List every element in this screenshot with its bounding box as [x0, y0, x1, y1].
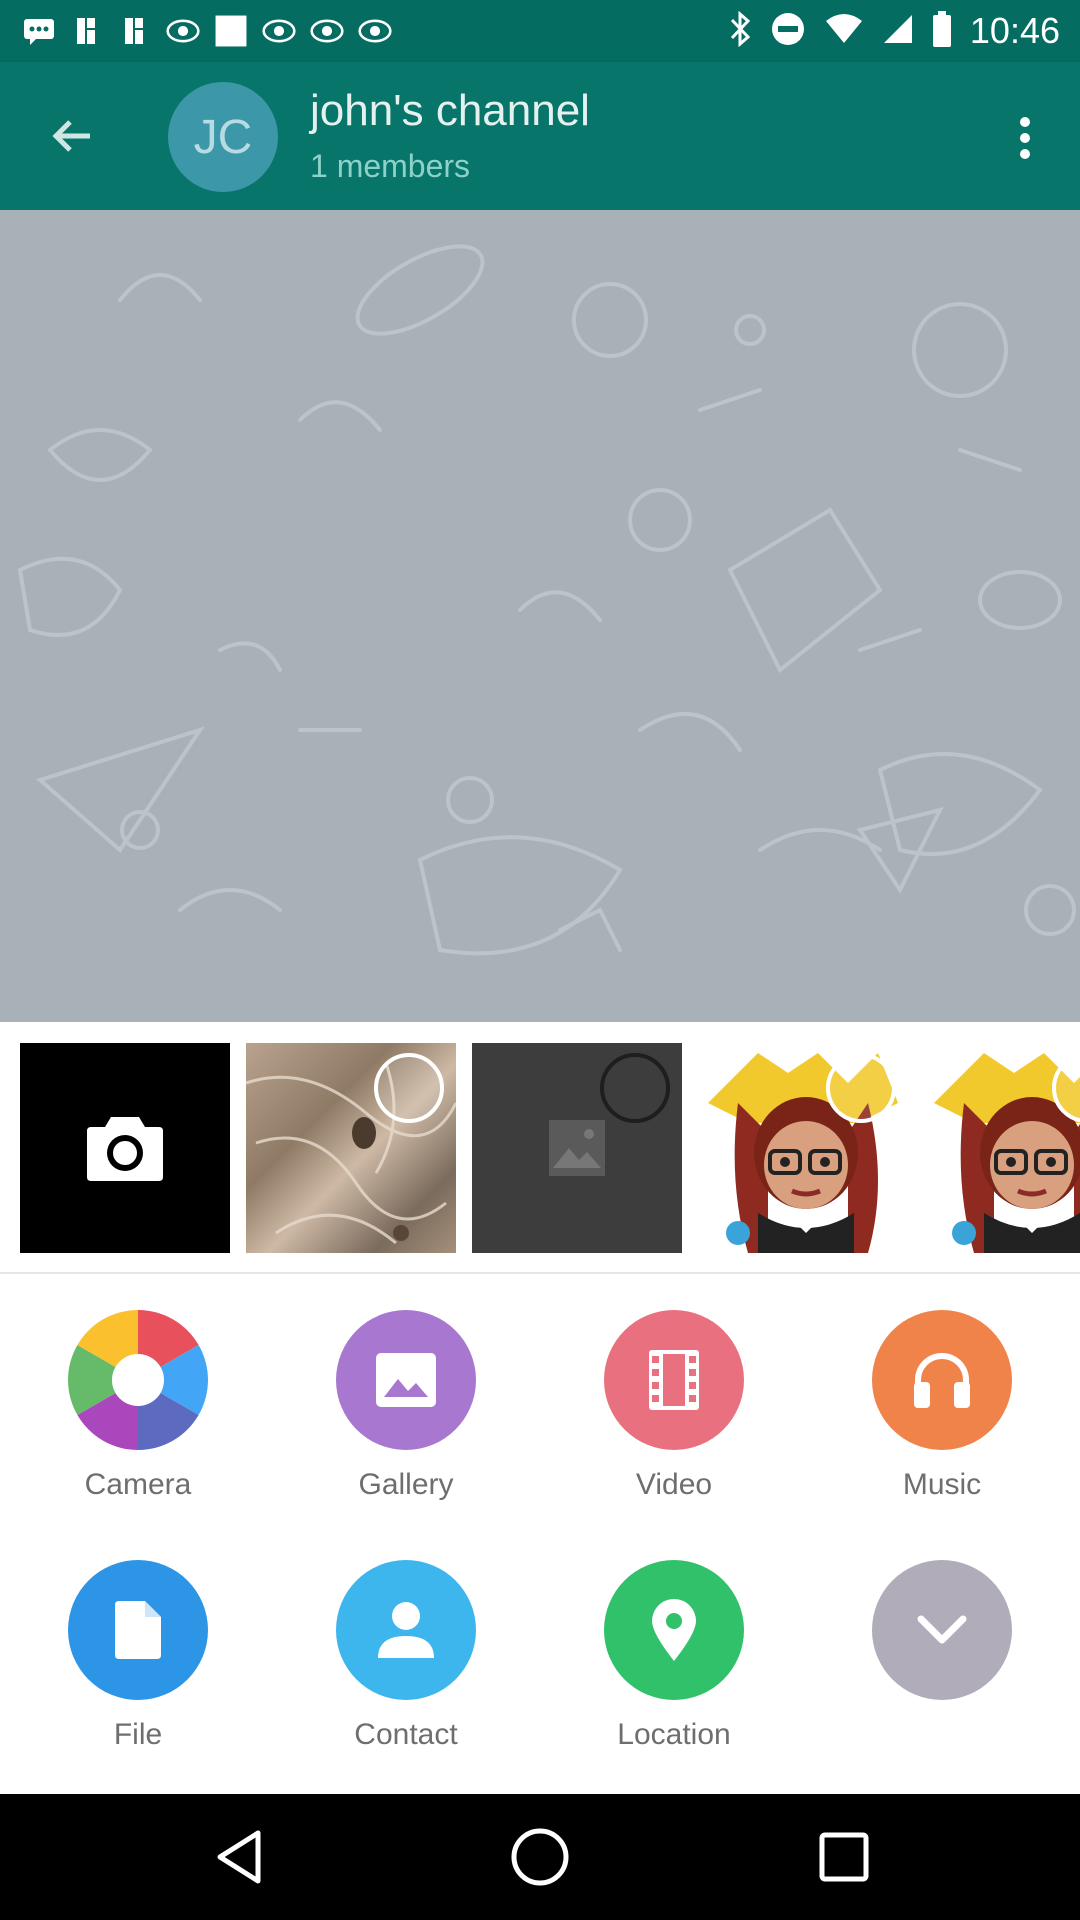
cell-signal-icon: [882, 13, 914, 50]
attach-video-label: Video: [635, 1468, 713, 1501]
attach-file-button[interactable]: File: [38, 1560, 238, 1752]
chat-area[interactable]: [0, 210, 1080, 1022]
member-count: 1 members: [310, 148, 471, 184]
slack-icon: [70, 16, 104, 46]
collapse-sheet-button[interactable]: [842, 1560, 1042, 1718]
attach-location-label: Location: [617, 1718, 731, 1751]
do-not-disturb-icon: [770, 11, 806, 52]
system-icons: 10:46: [728, 8, 1060, 54]
attach-contact-button[interactable]: Contact: [306, 1560, 506, 1752]
select-circle[interactable]: [374, 1053, 444, 1123]
news-icon: [166, 16, 200, 46]
sticker-thumb[interactable]: [698, 1043, 908, 1253]
blank-card-icon: [214, 15, 248, 47]
image-icon: [336, 1310, 476, 1450]
wallpaper-pattern: [17, 244, 1076, 956]
bluetooth-icon: [728, 10, 752, 52]
chat-header: JC john's channel 1 members: [0, 62, 1080, 210]
messages-icon: [22, 16, 56, 46]
recent-media-strip[interactable]: [0, 1022, 1080, 1274]
select-circle[interactable]: [826, 1053, 896, 1123]
battery-icon: [932, 10, 952, 52]
overflow-menu-button[interactable]: [998, 106, 1052, 170]
clock-time: 10:46: [969, 10, 1060, 51]
more-vert-icon: [1020, 117, 1030, 159]
attach-camera-label: Camera: [84, 1468, 192, 1501]
attach-actions-grid: Camera Gallery Video Music File Contact …: [0, 1272, 1080, 1794]
attach-location-button[interactable]: Location: [574, 1560, 774, 1752]
location-pin-icon: [604, 1560, 744, 1700]
square-recents-icon: [819, 1832, 869, 1882]
nav-back-button[interactable]: [206, 1824, 272, 1890]
attach-camera-button[interactable]: Camera: [38, 1310, 238, 1502]
attach-music-label: Music: [902, 1468, 982, 1501]
image-placeholder-icon: [549, 1120, 605, 1176]
attachment-sheet: Camera Gallery Video Music File Contact …: [0, 1022, 1080, 1794]
file-icon: [68, 1560, 208, 1700]
avatar-initials: JC: [193, 110, 253, 164]
attach-gallery-button[interactable]: Gallery: [306, 1310, 506, 1502]
arrow-back-icon: [52, 120, 90, 152]
photo-rock-thumb[interactable]: [246, 1043, 456, 1253]
chevron-down-icon: [872, 1560, 1012, 1700]
notification-icons: [22, 14, 392, 48]
triangle-back-icon: [217, 1830, 261, 1884]
sticker-thumb[interactable]: [924, 1043, 1080, 1253]
nav-home-button[interactable]: [507, 1824, 573, 1890]
camera-aperture-icon: [68, 1310, 208, 1450]
back-button[interactable]: [40, 104, 104, 168]
attach-file-label: File: [113, 1718, 163, 1751]
photo-placeholder-thumb[interactable]: [472, 1043, 682, 1253]
wifi-icon: [824, 13, 864, 50]
attach-music-button[interactable]: Music: [842, 1310, 1042, 1502]
news-icon: [310, 16, 344, 46]
headphones-icon: [872, 1310, 1012, 1450]
circle-home-icon: [511, 1828, 569, 1886]
attach-video-button[interactable]: Video: [574, 1310, 774, 1502]
channel-title[interactable]: john's channel: [310, 86, 590, 136]
system-nav-bar: [0, 1794, 1080, 1920]
camera-icon: [87, 1117, 163, 1181]
news-icon: [358, 16, 392, 46]
attach-gallery-label: Gallery: [358, 1468, 454, 1501]
camera-thumb[interactable]: [20, 1043, 230, 1253]
status-bar: 10:46: [0, 0, 1080, 62]
person-icon: [336, 1560, 476, 1700]
news-icon: [262, 16, 296, 46]
slack-icon: [118, 16, 152, 46]
avatar[interactable]: JC: [168, 82, 278, 192]
film-icon: [604, 1310, 744, 1450]
select-circle[interactable]: [600, 1053, 670, 1123]
nav-recents-button[interactable]: [811, 1824, 877, 1890]
attach-contact-label: Contact: [354, 1718, 458, 1751]
